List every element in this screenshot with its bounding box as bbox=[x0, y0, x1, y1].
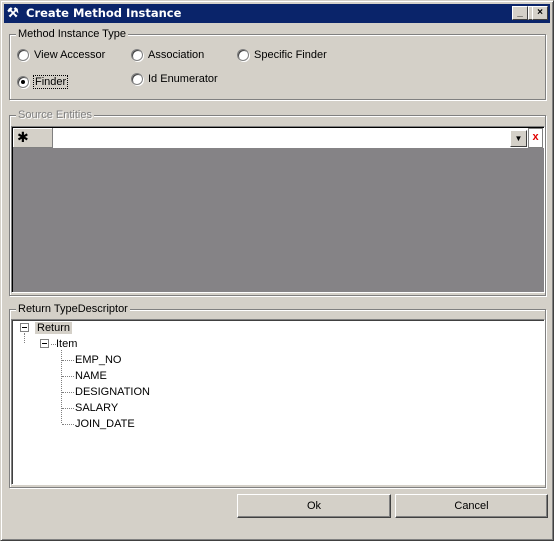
delete-icon: x bbox=[532, 131, 539, 143]
delete-row-button[interactable]: x bbox=[528, 128, 543, 148]
radio-finder[interactable]: Finder bbox=[17, 74, 69, 90]
method-instance-type-label: Method Instance Type bbox=[16, 27, 129, 41]
tree-node-field[interactable]: SALARY bbox=[75, 400, 118, 416]
grid-new-row[interactable]: ✱ ▼ bbox=[13, 128, 544, 148]
tree-line bbox=[62, 424, 74, 425]
tree-node-field[interactable]: JOIN_DATE bbox=[75, 416, 135, 432]
window-title: Create Method Instance bbox=[26, 6, 182, 20]
minimize-button[interactable]: _ bbox=[512, 6, 528, 20]
source-entities-label: Source Entities bbox=[16, 108, 94, 122]
tree-line bbox=[62, 376, 74, 377]
collapse-icon[interactable] bbox=[20, 323, 29, 332]
radio-circle[interactable] bbox=[17, 49, 29, 61]
tree-node-return[interactable]: Return bbox=[35, 320, 73, 336]
method-instance-type-group: Method Instance Type View Accessor Assoc… bbox=[9, 27, 546, 100]
tree-line bbox=[62, 408, 74, 409]
close-icon: × bbox=[537, 7, 543, 18]
title-bar[interactable]: ⚒ Create Method Instance _ □ bbox=[4, 4, 550, 23]
type-descriptor-tree[interactable]: Return Item EMP_NO NAME DESIGNATION SALA… bbox=[11, 319, 545, 485]
tree-line bbox=[62, 360, 74, 361]
tree-line bbox=[24, 333, 25, 343]
create-method-instance-dialog: ⚒ Create Method Instance _ □ × Method In… bbox=[0, 0, 554, 541]
tree-node-field[interactable]: EMP_NO bbox=[75, 352, 121, 368]
radio-view-accessor[interactable]: View Accessor bbox=[17, 47, 105, 63]
cancel-button[interactable]: Cancel bbox=[395, 494, 548, 518]
minimize-icon: _ bbox=[517, 7, 523, 18]
chevron-down-icon: ▼ bbox=[514, 134, 523, 143]
tools-icon: ⚒ bbox=[7, 5, 19, 20]
source-entities-grid[interactable]: ✱ ▼ x bbox=[11, 126, 545, 293]
close-button[interactable]: × bbox=[532, 6, 548, 20]
tree-node-field[interactable]: NAME bbox=[75, 368, 107, 384]
tree-line bbox=[62, 392, 74, 393]
radio-specific-finder[interactable]: Specific Finder bbox=[237, 47, 327, 63]
radio-circle[interactable] bbox=[131, 73, 143, 85]
radio-association[interactable]: Association bbox=[131, 47, 204, 63]
collapse-icon[interactable] bbox=[40, 339, 49, 348]
new-row-marker-icon: ✱ bbox=[13, 128, 53, 148]
radio-circle-checked[interactable] bbox=[17, 76, 29, 88]
radio-circle[interactable] bbox=[131, 49, 143, 61]
ok-button[interactable]: Ok bbox=[237, 494, 391, 518]
source-entity-dropdown-value[interactable] bbox=[54, 128, 508, 148]
return-type-descriptor-label: Return TypeDescriptor bbox=[16, 302, 130, 316]
dropdown-button[interactable]: ▼ bbox=[510, 130, 527, 147]
radio-circle[interactable] bbox=[237, 49, 249, 61]
tree-node-field[interactable]: DESIGNATION bbox=[75, 384, 150, 400]
radio-id-enumerator[interactable]: Id Enumerator bbox=[131, 71, 218, 87]
tree-node-item[interactable]: Item bbox=[56, 336, 77, 352]
